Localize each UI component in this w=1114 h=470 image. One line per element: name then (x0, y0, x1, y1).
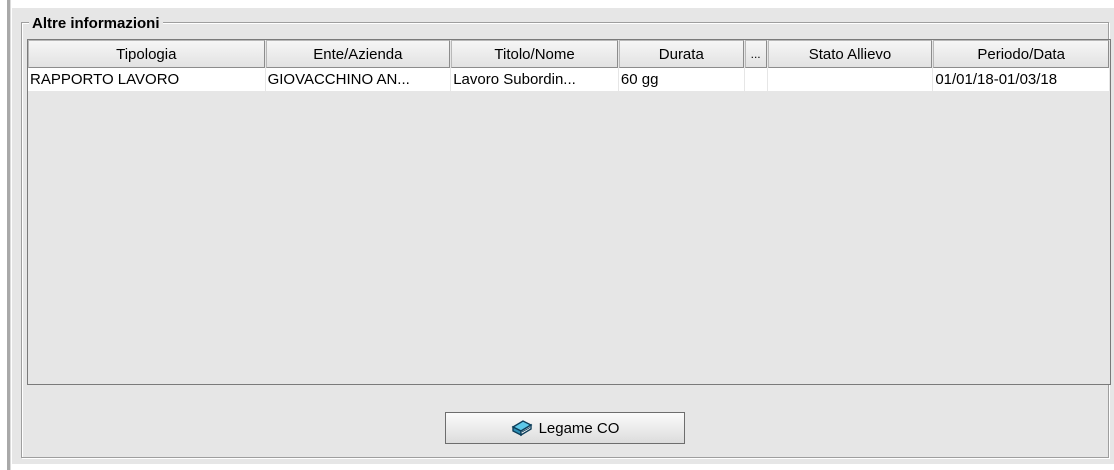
table-row[interactable]: RAPPORTO LAVORO GIOVACCHINO AN... Lavoro… (28, 68, 1110, 91)
column-header-periodo-data[interactable]: Periodo/Data (933, 40, 1109, 68)
column-header-tipologia[interactable]: Tipologia (28, 40, 265, 68)
panel: Altre informazioni Tipologia Ente/Aziend… (12, 8, 1114, 464)
window-edge (7, 0, 11, 470)
column-header-ente-azienda[interactable]: Ente/Azienda (265, 40, 451, 68)
cell-extra (744, 68, 767, 91)
cell-ente-azienda: GIOVACCHINO AN... (265, 68, 451, 91)
column-header-ellipsis[interactable]: ... (744, 40, 767, 68)
table-header: Tipologia Ente/Azienda Titolo/Nome Durat… (28, 40, 1110, 68)
cell-titolo-nome: Lavoro Subordin... (451, 68, 618, 91)
book-icon (511, 418, 533, 438)
cell-tipologia: RAPPORTO LAVORO (28, 68, 265, 91)
cell-periodo-data: 01/01/18-01/03/18 (933, 68, 1109, 91)
legame-co-label: Legame CO (538, 419, 620, 437)
group-title: Altre informazioni (29, 16, 163, 32)
cell-stato-allievo (767, 68, 933, 91)
column-header-stato-allievo[interactable]: Stato Allievo (767, 40, 933, 68)
column-header-durata[interactable]: Durata (618, 40, 744, 68)
legame-co-button[interactable]: Legame CO (445, 412, 685, 444)
cell-durata: 60 gg (618, 68, 744, 91)
column-header-titolo-nome[interactable]: Titolo/Nome (451, 40, 618, 68)
info-table[interactable]: Tipologia Ente/Azienda Titolo/Nome Durat… (27, 39, 1111, 385)
